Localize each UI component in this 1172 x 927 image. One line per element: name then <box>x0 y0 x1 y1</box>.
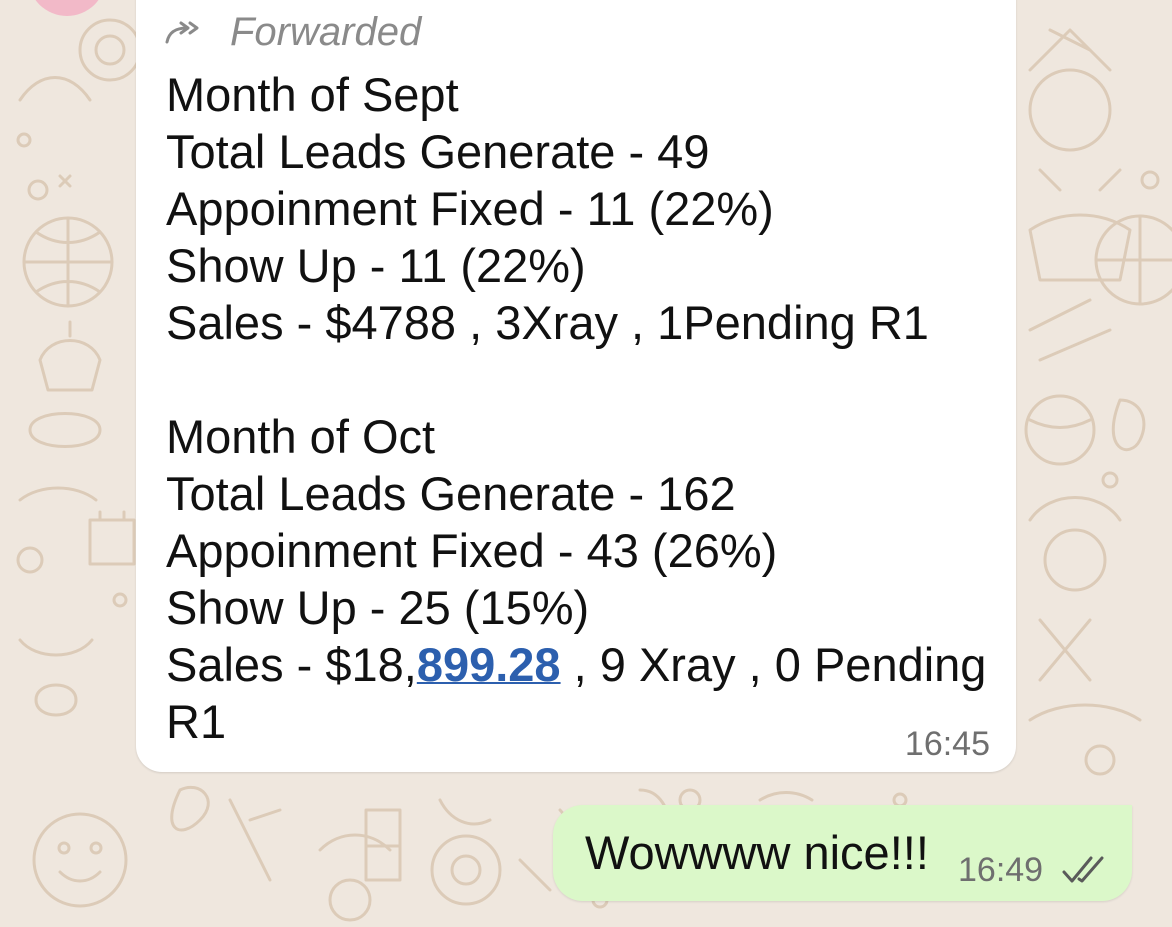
incoming-message-bubble[interactable]: Forwarded Month of Sept Total Leads Gene… <box>136 0 1016 772</box>
sales-suffix: , 9 Xray , 0 Pending <box>560 638 987 691</box>
detected-number-link[interactable]: 899.28 <box>417 638 561 691</box>
sales-prefix: Sales - $18, <box>166 638 417 691</box>
message-text: Wowwww nice!!! <box>585 826 929 879</box>
forwarded-indicator: Forwarded <box>164 10 421 55</box>
message-text: Month of Sept Total Leads Generate - 49 … <box>166 66 986 750</box>
message-line: Show Up - 25 (15%) <box>166 581 590 634</box>
message-line: Month of Oct <box>166 410 436 463</box>
message-line: Appoinment Fixed - 43 (26%) <box>166 524 778 577</box>
message-line: Total Leads Generate - 49 <box>166 125 710 178</box>
message-timestamp: 16:49 <box>958 851 1044 889</box>
message-line: Show Up - 11 (22%) <box>166 239 586 292</box>
forwarded-label: Forwarded <box>230 10 422 54</box>
message-line: Month of Sept <box>166 68 459 121</box>
message-line-sales: Sales - $18,899.28 , 9 Xray , 0 Pending <box>166 636 986 693</box>
message-timestamp: 16:45 <box>904 725 990 763</box>
message-line: Appoinment Fixed - 11 (22%) <box>166 182 774 235</box>
message-line: R1 <box>166 695 227 748</box>
message-line: Total Leads Generate - 162 <box>166 467 736 520</box>
outgoing-message-bubble[interactable]: Wowwww nice!!! 16:49 <box>553 805 1132 901</box>
double-check-read-icon <box>1062 856 1104 883</box>
forward-arrow-icon <box>165 21 199 43</box>
message-line: Sales - $4788 , 3Xray , 1Pending R1 <box>166 296 929 349</box>
